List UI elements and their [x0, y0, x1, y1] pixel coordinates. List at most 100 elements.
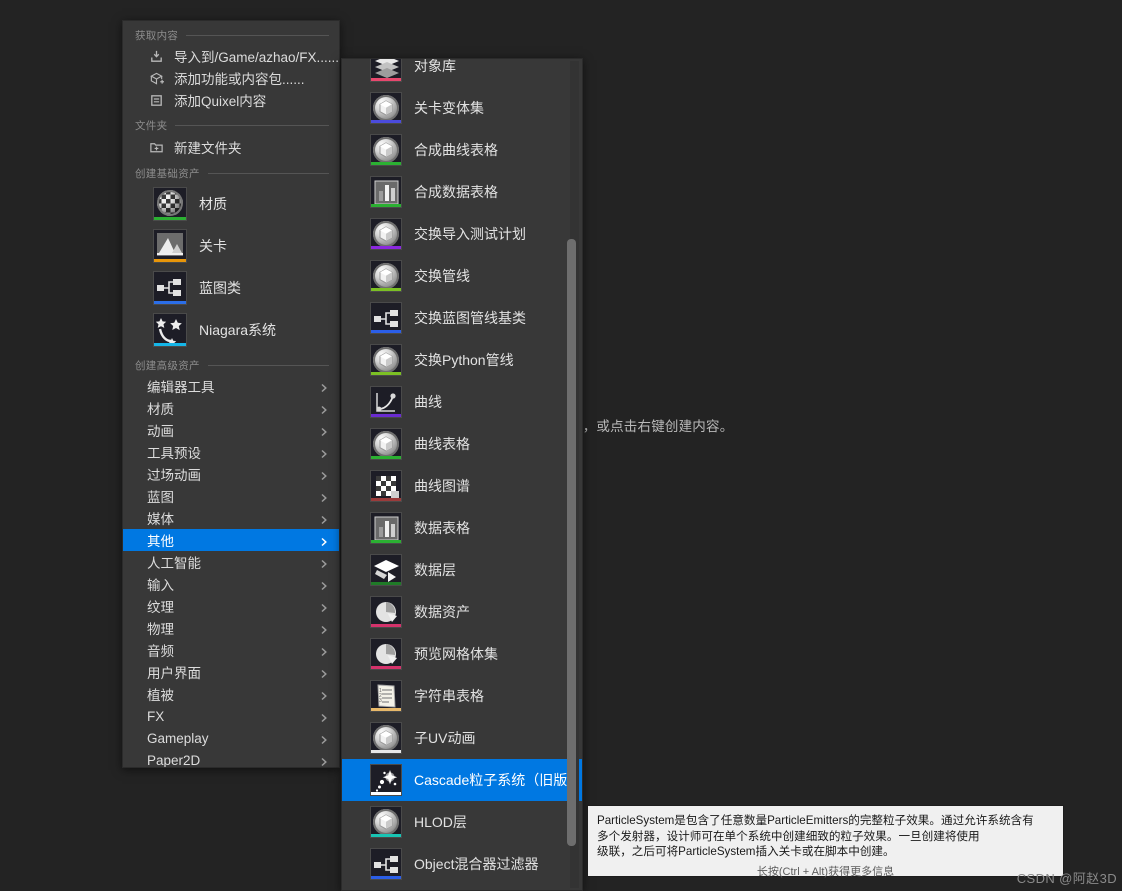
advanced-asset-item[interactable]: 输入 [123, 573, 339, 595]
menu-item-label: 新建文件夹 [174, 141, 242, 156]
advanced-asset-item[interactable]: 植被 [123, 683, 339, 705]
advanced-asset-label: Gameplay [147, 730, 209, 746]
data-table-icon [370, 512, 402, 544]
asset-item-label: 蓝图类 [199, 280, 241, 296]
submenu-asset-item[interactable]: 数据层 [342, 549, 582, 591]
menu-item-import[interactable]: 导入到/Game/azhao/FX...... [123, 45, 339, 67]
submenu-asset-item[interactable]: 对象库 [342, 58, 582, 87]
submenu-asset-item[interactable]: Cascade粒子系统（旧版） [342, 759, 582, 801]
material-sphere-icon [153, 187, 187, 221]
advanced-asset-item[interactable]: 人工智能 [123, 551, 339, 573]
advanced-asset-label: 用户界面 [147, 666, 201, 681]
submenu-asset-item[interactable]: 曲线 [342, 381, 582, 423]
advanced-asset-label: 人工智能 [147, 556, 201, 571]
section-divider [175, 125, 329, 126]
submenu-scrollbar-thumb[interactable] [567, 239, 576, 846]
advanced-asset-item[interactable]: 音频 [123, 639, 339, 661]
asset-item-niagara-system[interactable]: Niagara系统 [123, 309, 339, 351]
advanced-asset-item[interactable]: 材质 [123, 397, 339, 419]
chevron-right-icon [319, 381, 329, 393]
submenu-asset-item[interactable]: 交换导入测试计划 [342, 213, 582, 255]
advanced-asset-item[interactable]: 其他 [123, 529, 339, 551]
submenu-asset-label: 对象库 [414, 58, 456, 74]
submenu-asset-item[interactable]: 交换Python管线 [342, 339, 582, 381]
section-label: 文件夹 [135, 120, 168, 132]
submenu-asset-item[interactable]: 合成数据表格 [342, 171, 582, 213]
chevron-right-icon [319, 491, 329, 503]
chevron-right-icon [319, 513, 329, 525]
advanced-assets-list: 编辑器工具 材质动画工具预设 过场动画 蓝图 媒体 其他人工智能输入纹理物理音频用户界面植… [123, 375, 339, 767]
submenu-asset-item[interactable]: 预览网格体集 [342, 633, 582, 675]
chevron-right-icon [319, 623, 329, 635]
submenu-asset-item[interactable]: HLOD层 [342, 801, 582, 843]
advanced-asset-item[interactable]: Paper2D [123, 749, 339, 767]
advanced-asset-label: 动画 [147, 424, 174, 439]
advanced-asset-item[interactable]: 纹理 [123, 595, 339, 617]
asset-item-level[interactable]: 关卡 [123, 225, 339, 267]
submenu-asset-item[interactable]: 1 2 3 字符串表格 [342, 675, 582, 717]
advanced-asset-item[interactable]: FX [123, 705, 339, 727]
tooltip-line-1: ParticleSystem是包含了任意数量ParticleEmitters的完… [597, 814, 1034, 827]
submenu-list: 对象库关卡变体集 合成曲线表格合成数据表格交换导入测试计划 交换管线 交换蓝图管线基类… [342, 58, 582, 885]
submenu-asset-label: 数据层 [414, 562, 456, 578]
chevron-right-icon [319, 755, 329, 767]
submenu-asset-item[interactable]: 曲线表格 [342, 423, 582, 465]
submenu-asset-item[interactable]: 数据表格 [342, 507, 582, 549]
chevron-right-icon [319, 667, 329, 679]
submenu-asset-item[interactable]: 交换蓝图管线基类 [342, 297, 582, 339]
advanced-asset-item[interactable]: 蓝图 [123, 485, 339, 507]
submenu-asset-label: 交换Python管线 [414, 352, 514, 368]
asset-item-blueprint-class[interactable]: 蓝图类 [123, 267, 339, 309]
advanced-asset-item[interactable]: Gameplay [123, 727, 339, 749]
submenu-asset-label: Cascade粒子系统（旧版） [414, 772, 582, 788]
submenu-asset-item[interactable]: 交换管线 [342, 255, 582, 297]
advanced-asset-label: 物理 [147, 622, 174, 637]
string-table-icon: 123 [370, 680, 402, 712]
chevron-right-icon [319, 403, 329, 415]
cube-icon [370, 722, 402, 754]
menu-item-add-feature-or-content-pack[interactable]: 添加功能或内容包...... [123, 67, 339, 89]
advanced-asset-label: 植被 [147, 688, 174, 703]
submenu-scrollbar-track[interactable] [567, 61, 579, 888]
submenu-asset-item[interactable]: 曲线图谱 [342, 465, 582, 507]
data-table-icon [370, 176, 402, 208]
submenu-asset-label: HLOD层 [414, 814, 467, 830]
submenu-asset-label: 数据资产 [414, 604, 470, 620]
import-icon [147, 47, 165, 65]
asset-item-label: 关卡 [199, 238, 227, 254]
chevron-right-icon [319, 425, 329, 437]
menu-item-add-quixel-content[interactable]: 添加Quixel内容 [123, 89, 339, 111]
submenu-asset-item[interactable]: 子UV动画 [342, 717, 582, 759]
section-label: 获取内容 [135, 30, 179, 42]
advanced-asset-item[interactable]: 用户界面 [123, 661, 339, 683]
chevron-right-icon [319, 579, 329, 591]
level-icon [153, 229, 187, 263]
advanced-asset-label: 纹理 [147, 600, 174, 615]
chevron-right-icon [319, 469, 329, 481]
section-label: 创建基础资产 [135, 168, 200, 180]
cube-icon [370, 218, 402, 250]
advanced-asset-item[interactable]: 媒体 [123, 507, 339, 529]
quixel-icon [147, 91, 165, 109]
submenu-asset-item[interactable]: 关卡变体集 [342, 87, 582, 129]
submenu-asset-item[interactable]: 合成曲线表格 [342, 129, 582, 171]
advanced-asset-item[interactable]: 物理 [123, 617, 339, 639]
advanced-asset-label: 音频 [147, 644, 174, 659]
submenu-asset-label: 合成数据表格 [414, 184, 498, 200]
new-folder-icon [147, 138, 165, 156]
cube-icon [370, 92, 402, 124]
submenu-asset-item[interactable]: 数据资产 [342, 591, 582, 633]
chevron-right-icon [319, 535, 329, 547]
asset-item-material[interactable]: 材质 [123, 183, 339, 225]
advanced-asset-item[interactable]: 过场动画 [123, 463, 339, 485]
chevron-right-icon [319, 689, 329, 701]
advanced-asset-item[interactable]: 编辑器工具 [123, 375, 339, 397]
advanced-asset-item[interactable]: 动画 [123, 419, 339, 441]
cube-icon [370, 260, 402, 292]
advanced-asset-item[interactable]: 工具预设 [123, 441, 339, 463]
curve-icon [370, 386, 402, 418]
asset-tooltip: ParticleSystem是包含了任意数量ParticleEmitters的完… [587, 805, 1064, 878]
chevron-right-icon [319, 447, 329, 459]
menu-item-new-folder[interactable]: 新建文件夹 [123, 135, 339, 159]
submenu-asset-item[interactable]: Object混合器过滤器 [342, 843, 582, 885]
